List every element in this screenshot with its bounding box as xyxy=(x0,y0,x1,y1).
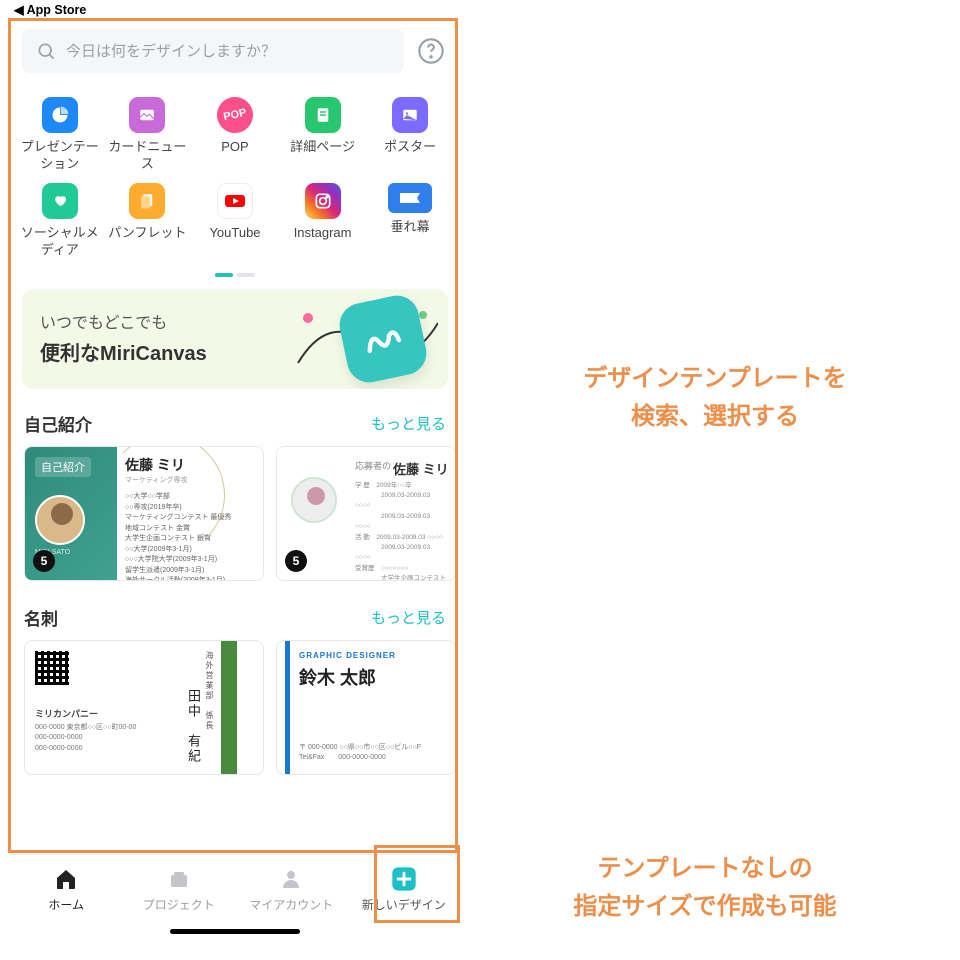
card-tag: 自己紹介 xyxy=(35,457,91,477)
card-count-badge: 5 xyxy=(285,550,307,572)
pages-icon xyxy=(129,183,165,219)
image-icon xyxy=(129,97,165,133)
avatar-icon xyxy=(291,477,337,523)
banner-icon xyxy=(388,183,432,213)
cat-banner[interactable]: 垂れ幕 xyxy=(366,183,454,259)
template-card[interactable]: 応募者の 佐藤 ミリ 学 歴 2009年○○卒 2009.03-2009.03 … xyxy=(276,446,456,581)
section-head-intro: 自己紹介 もっと見る xyxy=(10,405,460,446)
cat-pop[interactable]: POP POP xyxy=(191,97,279,173)
cat-label: 垂れ幕 xyxy=(391,219,430,236)
bottom-nav: ホーム プロジェクト マイアカウント 新しいデザイン xyxy=(10,854,460,940)
cat-label: 詳細ページ xyxy=(290,139,355,156)
intro-scroll[interactable]: 自己紹介 MIRI SATO 佐藤 ミリ マーケティング専攻 ○○大学○○学部 … xyxy=(10,446,460,599)
cat-youtube[interactable]: YouTube xyxy=(191,183,279,259)
card-role: 海外営業部 係長 xyxy=(204,651,215,731)
search-input[interactable] xyxy=(66,43,390,60)
category-grid: プレゼンテーション カードニュース POP POP 詳細ページ ポスター ソーシ… xyxy=(10,87,460,259)
card-info: 〒 000-0000 ○○県○○市○○区○○ビル○○F Tel&Fax 000-… xyxy=(299,743,421,764)
see-more-link[interactable]: もっと見る xyxy=(371,607,446,628)
category-page-indicator xyxy=(10,259,460,281)
home-icon xyxy=(52,865,80,893)
section-title: 名刺 xyxy=(24,605,58,630)
pop-icon: POP xyxy=(214,94,257,137)
avatar-icon xyxy=(35,495,85,545)
home-indicator xyxy=(170,929,300,934)
annotation-text-top: デザインテンプレートを 検索、選択する xyxy=(500,360,930,437)
template-card[interactable]: 海外営業部 係長 田中 有紀 ミリカンパニー 000-0000 東京都○○区○○… xyxy=(24,640,264,775)
annotation-text-bottom: テンプレートなしの 指定サイズで作成も可能 xyxy=(480,850,930,927)
card-name: 鈴木 太郎 xyxy=(299,664,445,690)
card-company: ミリカンパニー xyxy=(35,707,98,720)
cat-label: パンフレット xyxy=(108,225,186,242)
template-card[interactable]: 自己紹介 MIRI SATO 佐藤 ミリ マーケティング専攻 ○○大学○○学部 … xyxy=(24,446,264,581)
promo-banner[interactable]: いつでもどこでも 便利なMiriCanvas xyxy=(22,289,448,389)
cat-cardnews[interactable]: カードニュース xyxy=(104,97,192,173)
card-body: 佐藤 ミリ マーケティング専攻 ○○大学○○学部 ○○専攻(2019年卒) マー… xyxy=(125,455,257,581)
cat-label: プレゼンテーション xyxy=(16,139,104,173)
card-address: 000-0000 東京都○○区○○町00-00 000-0000-0000 00… xyxy=(35,723,136,755)
photo-icon xyxy=(392,97,428,133)
nav-label: プロジェクト xyxy=(143,896,215,913)
cat-presentation[interactable]: プレゼンテーション xyxy=(16,97,104,173)
card-prefix: 応募者の xyxy=(355,459,391,472)
folder-icon xyxy=(165,865,193,893)
stripe-decoration xyxy=(221,641,237,774)
cat-label: POP xyxy=(221,139,248,156)
help-icon xyxy=(417,37,445,65)
card-role: GRAPHIC DESIGNER xyxy=(299,651,445,660)
card-name: 田中 有紀 xyxy=(184,689,203,764)
cat-label: Instagram xyxy=(294,225,352,242)
cat-poster[interactable]: ポスター xyxy=(366,97,454,173)
plus-icon xyxy=(390,865,418,893)
cat-detailpage[interactable]: 詳細ページ xyxy=(279,97,367,173)
nav-project[interactable]: プロジェクト xyxy=(123,855,236,940)
cat-instagram[interactable]: Instagram xyxy=(279,183,367,259)
stripe-decoration xyxy=(285,641,290,774)
search-box[interactable] xyxy=(22,29,404,73)
meishi-scroll[interactable]: 海外営業部 係長 田中 有紀 ミリカンパニー 000-0000 東京都○○区○○… xyxy=(10,640,460,793)
play-icon xyxy=(217,183,253,219)
section-title: 自己紹介 xyxy=(24,411,92,436)
cat-label: YouTube xyxy=(209,225,260,242)
nav-label: 新しいデザイン xyxy=(362,896,446,913)
qr-icon xyxy=(35,651,69,685)
card-text: 学 歴 2009年○○卒 2009.03-2009.03 ○○○○ 2009.0… xyxy=(355,481,447,581)
search-row xyxy=(10,21,460,87)
nav-new-design[interactable]: 新しいデザイン xyxy=(348,855,461,940)
see-more-link[interactable]: もっと見る xyxy=(371,413,446,434)
heart-icon xyxy=(42,183,78,219)
search-icon xyxy=(36,41,56,61)
nav-label: ホーム xyxy=(48,896,84,913)
pie-icon xyxy=(42,97,78,133)
cat-socialmedia[interactable]: ソーシャルメディア xyxy=(16,183,104,259)
section-head-meishi: 名刺 もっと見る xyxy=(10,599,460,640)
user-icon xyxy=(277,865,305,893)
phone-frame: ◀ App Store プレゼンテーション カードニュース POP POP 詳細… xyxy=(10,0,460,940)
help-button[interactable] xyxy=(414,34,448,68)
nav-home[interactable]: ホーム xyxy=(10,855,123,940)
cat-label: カードニュース xyxy=(104,139,192,173)
cat-label: ポスター xyxy=(384,139,436,156)
back-to-appstore[interactable]: ◀ App Store xyxy=(10,0,460,21)
doc-icon xyxy=(305,97,341,133)
card-count-badge: 5 xyxy=(33,550,55,572)
insta-icon xyxy=(305,183,341,219)
cat-pamphlet[interactable]: パンフレット xyxy=(104,183,192,259)
card-name: 佐藤 ミリ xyxy=(393,459,449,478)
nav-label: マイアカウント xyxy=(249,896,333,913)
template-card[interactable]: GRAPHIC DESIGNER 鈴木 太郎 〒 000-0000 ○○県○○市… xyxy=(276,640,456,775)
cat-label: ソーシャルメディア xyxy=(16,225,104,259)
nav-account[interactable]: マイアカウント xyxy=(235,855,348,940)
